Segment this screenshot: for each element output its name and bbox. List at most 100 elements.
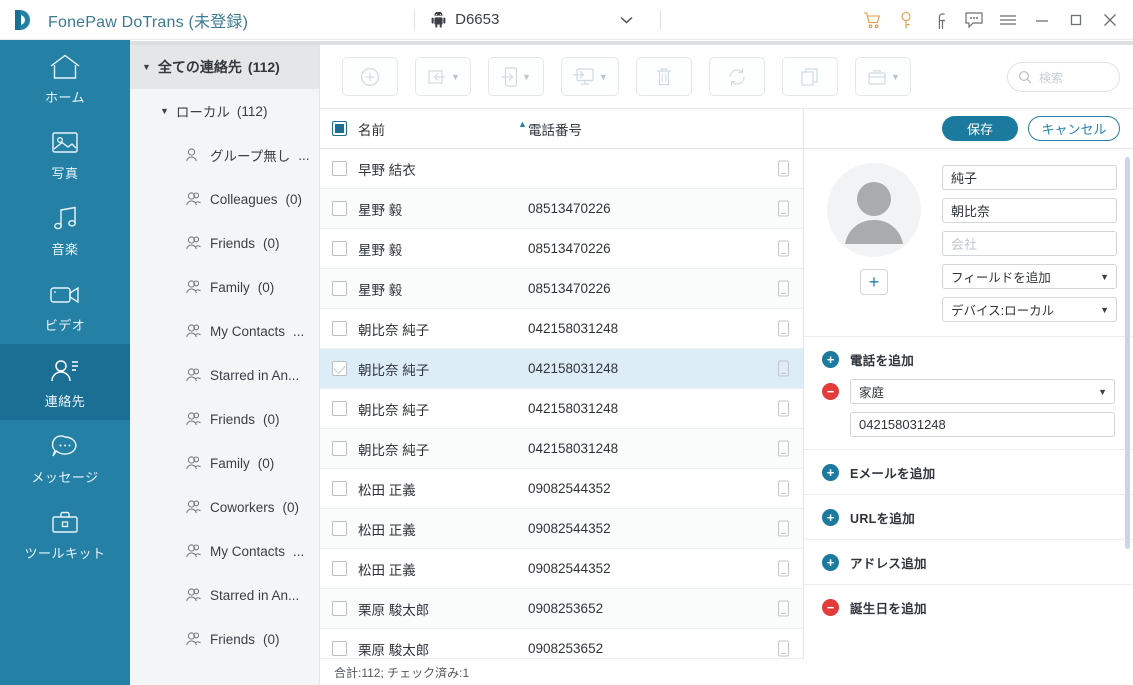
sidebar-item-video[interactable]: ビデオ xyxy=(0,268,130,344)
row-checkbox-cell[interactable] xyxy=(320,481,358,496)
tree-group-item[interactable]: Friends (0) xyxy=(130,397,319,441)
select-all-checkbox[interactable] xyxy=(331,121,347,136)
table-row[interactable]: 松田 正義 09082544352 xyxy=(320,469,803,509)
row-checkbox-cell[interactable] xyxy=(320,561,358,576)
plus-icon[interactable]: + xyxy=(822,554,839,571)
sidebar-item-music[interactable]: 音楽 xyxy=(0,192,130,268)
row-checkbox-cell[interactable] xyxy=(320,521,358,536)
row-checkbox-cell[interactable] xyxy=(320,441,358,456)
tree-group-item[interactable]: Friends (0) xyxy=(130,617,319,661)
first-name-field[interactable]: 純子 xyxy=(942,165,1117,190)
add-birthday-row[interactable]: − 誕生日を追加 xyxy=(822,598,1115,617)
add-email-row[interactable]: + Eメールを追加 xyxy=(822,463,1115,482)
tree-group-item[interactable]: Family (0) xyxy=(130,441,319,485)
duplicate-button[interactable] xyxy=(781,57,838,96)
table-row[interactable]: 栗原 駿太郎 0908253652 xyxy=(320,589,803,629)
table-row[interactable]: 早野 結衣 xyxy=(320,149,803,189)
facebook-icon[interactable] xyxy=(923,3,957,37)
add-url-row[interactable]: + URLを追加 xyxy=(822,508,1115,527)
sidebar-item-home[interactable]: ホーム xyxy=(0,40,130,116)
add-contact-button[interactable] xyxy=(342,57,398,96)
tree-group-item[interactable]: Colleagues (0) xyxy=(130,177,319,221)
row-checkbox[interactable] xyxy=(331,161,347,176)
minimize-icon[interactable] xyxy=(1025,3,1059,37)
select-all-cell[interactable] xyxy=(320,121,358,136)
plus-icon[interactable]: + xyxy=(822,509,839,526)
row-checkbox[interactable] xyxy=(331,321,347,336)
merge-button[interactable]: ▼ xyxy=(854,57,911,96)
row-checkbox[interactable] xyxy=(331,561,347,576)
table-row[interactable]: 松田 正義 09082544352 xyxy=(320,509,803,549)
table-row[interactable]: 朝比奈 純子 042158031248 xyxy=(320,389,803,429)
device-selector[interactable]: D6653 xyxy=(398,9,677,30)
export-to-device-button[interactable]: ▼ xyxy=(488,57,544,96)
close-icon[interactable] xyxy=(1093,3,1127,37)
plus-icon[interactable]: + xyxy=(822,464,839,481)
row-checkbox[interactable] xyxy=(331,441,347,456)
tree-group-item[interactable]: My Contacts... xyxy=(130,309,319,353)
cancel-button[interactable]: キャンセル xyxy=(1028,116,1120,141)
last-name-field[interactable]: 朝比奈 xyxy=(942,198,1117,223)
table-row[interactable]: 松田 正義 09082544352 xyxy=(320,549,803,589)
tree-group-item[interactable]: グループ無し... xyxy=(130,133,319,177)
add-phone-row[interactable]: + 電話を追加 xyxy=(822,350,1115,369)
tree-group-item[interactable]: Starred in An... xyxy=(130,573,319,617)
add-address-row[interactable]: + アドレス追加 xyxy=(822,553,1115,572)
tree-group-item[interactable]: My Contacts... xyxy=(130,529,319,573)
minus-icon[interactable]: − xyxy=(822,599,839,616)
company-field[interactable]: 会社 xyxy=(942,231,1117,256)
row-checkbox[interactable] xyxy=(331,281,347,296)
phone-type-select[interactable]: 家庭 ▼ xyxy=(850,379,1115,404)
search-box[interactable]: 検索 xyxy=(1007,62,1120,92)
row-checkbox[interactable] xyxy=(331,241,347,256)
row-checkbox[interactable] xyxy=(331,481,347,496)
refresh-button[interactable] xyxy=(708,57,765,96)
column-header-name[interactable]: 名前 xyxy=(358,119,528,139)
row-checkbox[interactable] xyxy=(331,361,347,376)
row-checkbox[interactable] xyxy=(331,521,347,536)
minus-icon[interactable]: − xyxy=(822,383,839,400)
row-checkbox-cell[interactable] xyxy=(320,281,358,296)
tree-group-item[interactable]: Friends (0) xyxy=(130,221,319,265)
sidebar-item-contacts[interactable]: 連絡先 xyxy=(0,344,130,420)
export-to-pc-button[interactable]: ▼ xyxy=(561,57,619,96)
delete-button[interactable] xyxy=(635,57,692,96)
tree-group-item[interactable]: Coworkers (0) xyxy=(130,485,319,529)
sidebar-item-photos[interactable]: 写真 xyxy=(0,116,130,192)
row-checkbox-cell[interactable] xyxy=(320,361,358,376)
row-checkbox-cell[interactable] xyxy=(320,321,358,336)
tree-all-contacts[interactable]: ▼ 全ての連絡先 (112) xyxy=(130,45,319,89)
feedback-icon[interactable] xyxy=(957,3,991,37)
save-button[interactable]: 保存 xyxy=(942,116,1018,141)
sidebar-item-messages[interactable]: メッセージ xyxy=(0,420,130,496)
chevron-down-icon[interactable] xyxy=(619,15,634,25)
row-checkbox[interactable] xyxy=(331,401,347,416)
row-checkbox-cell[interactable] xyxy=(320,401,358,416)
search-input[interactable]: 検索 xyxy=(1039,69,1063,86)
table-row[interactable]: 朝比奈 純子 042158031248 xyxy=(320,349,803,389)
key-icon[interactable] xyxy=(889,3,923,37)
detail-scrollbar[interactable] xyxy=(1125,157,1130,549)
row-checkbox-cell[interactable] xyxy=(320,161,358,176)
row-checkbox-cell[interactable] xyxy=(320,201,358,216)
import-button[interactable]: ▼ xyxy=(415,57,471,96)
sidebar-item-toolkit[interactable]: ツールキット xyxy=(0,496,130,572)
table-row[interactable]: 朝比奈 純子 042158031248 xyxy=(320,429,803,469)
plus-icon[interactable]: + xyxy=(822,351,839,368)
row-checkbox[interactable] xyxy=(331,641,347,656)
table-row[interactable]: 朝比奈 純子 042158031248 xyxy=(320,309,803,349)
phone-value-field[interactable]: 042158031248 xyxy=(850,412,1115,437)
tree-group-item[interactable]: Family (0) xyxy=(130,265,319,309)
column-header-phone[interactable]: 電話番号 xyxy=(528,119,763,139)
device-select[interactable]: デバイス:ローカル ▼ xyxy=(942,297,1117,322)
table-row[interactable]: 星野 毅 08513470226 xyxy=(320,189,803,229)
maximize-icon[interactable] xyxy=(1059,3,1093,37)
tree-group-item[interactable]: Starred in An... xyxy=(130,353,319,397)
row-checkbox-cell[interactable] xyxy=(320,601,358,616)
cart-icon[interactable] xyxy=(855,3,889,37)
table-row[interactable]: 星野 毅 08513470226 xyxy=(320,229,803,269)
row-checkbox[interactable] xyxy=(331,601,347,616)
add-field-select[interactable]: フィールドを追加 ▼ xyxy=(942,264,1117,289)
row-checkbox-cell[interactable] xyxy=(320,241,358,256)
add-photo-button[interactable]: + xyxy=(860,269,888,295)
